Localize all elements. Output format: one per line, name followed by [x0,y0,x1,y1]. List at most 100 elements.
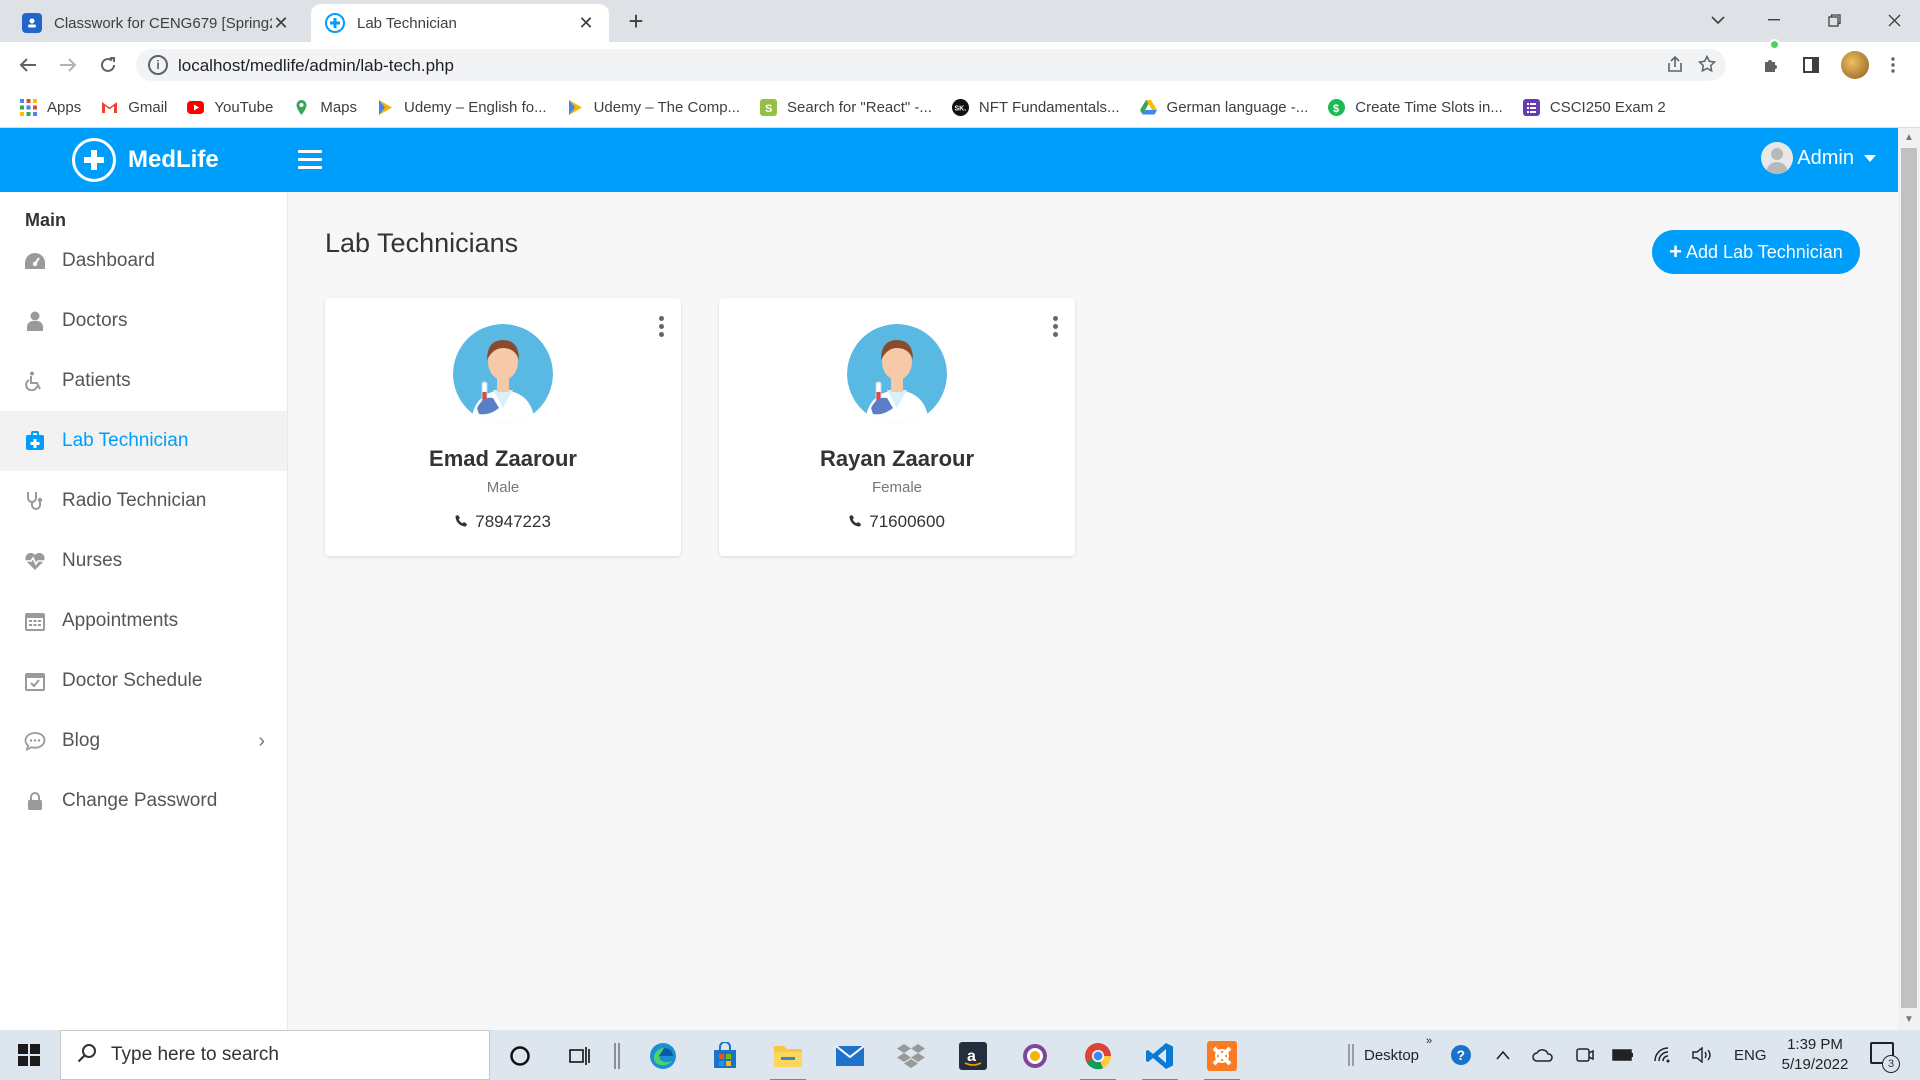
help-icon[interactable]: ? [1450,1030,1472,1080]
clock-time: 1:39 PM [1787,1036,1843,1053]
tab-lab-technician[interactable]: Lab Technician ✕ [311,4,609,42]
card-menu-kebab-icon[interactable] [657,316,665,340]
bookmark-apps[interactable]: Apps [20,99,81,116]
taskbar-divider-icon [1348,1044,1354,1066]
sidebar-item-doctors[interactable]: Doctors [0,291,287,351]
technician-card[interactable]: Emad Zaarour Male 78947223 [325,298,681,556]
page-scrollbar[interactable]: ▲ ▼ [1898,128,1920,1030]
sidebar-item-lab-technician[interactable]: Lab Technician [0,411,287,471]
bookmark-label: Udemy – English fo... [404,99,547,116]
bookmark-youtube[interactable]: YouTube [187,99,273,116]
browser-tab-strip: Classwork for CENG679 [Spring2 ✕ Lab Tec… [0,0,1920,42]
tab-search-chevron-icon[interactable] [1698,0,1738,40]
sidebar-item-dashboard[interactable]: Dashboard [0,231,287,291]
brand-logo[interactable]: MedLife [72,138,219,182]
onedrive-icon[interactable] [1532,1030,1554,1080]
taskbar-search-input[interactable]: Type here to search [60,1030,490,1080]
bookmark-german[interactable]: German language -... [1139,99,1308,116]
comments-icon [24,730,46,752]
chevron-right-icon: › [258,729,265,752]
bookmark-udemy-comp[interactable]: Udemy – The Comp... [567,99,740,116]
forward-icon[interactable] [54,51,82,79]
bookmark-gmail[interactable]: Gmail [101,99,167,116]
battery-icon[interactable] [1612,1030,1634,1080]
sidebar-item-nurses[interactable]: Nurses [0,531,287,591]
edge-browser-icon[interactable] [645,1038,681,1074]
scroll-down-icon[interactable]: ▼ [1904,1014,1914,1025]
language-indicator[interactable]: ENG [1734,1030,1767,1080]
maps-icon [293,99,310,116]
bookmark-search-react[interactable]: S Search for "React" -... [760,99,932,116]
tab-close-icon[interactable]: ✕ [577,13,595,34]
scroll-up-icon[interactable]: ▲ [1904,132,1914,143]
profile-avatar[interactable] [1841,51,1869,79]
sidebar-item-change-password[interactable]: Change Password [0,771,287,831]
bookmark-label: NFT Fundamentals... [978,99,1120,116]
desktop-toolbar[interactable]: Desktop [1348,1030,1419,1080]
dashboard-icon [24,250,46,272]
bookmark-label: Apps [47,99,82,116]
classroom-favicon-icon [22,13,42,33]
sidebar: Main Dashboard Doctors Patients Lab Tech… [0,192,288,1030]
technician-card[interactable]: Rayan Zaarour Female 71600600 [719,298,1075,556]
omnibox[interactable]: i localhost/medlife/admin/lab-tech.php [136,49,1726,81]
scrollbar-thumb[interactable] [1901,148,1917,1008]
microsoft-store-icon[interactable] [707,1038,743,1074]
tab-classwork[interactable]: Classwork for CENG679 [Spring2 ✕ [8,4,304,42]
vscode-icon[interactable] [1142,1038,1178,1080]
bookmark-nft[interactable]: SK. NFT Fundamentals... [951,99,1120,116]
sidebar-item-blog[interactable]: Blog › [0,711,287,771]
dropbox-icon[interactable] [893,1038,929,1074]
extensions-puzzle-icon[interactable] [1758,52,1784,78]
meet-now-icon[interactable] [1576,1030,1594,1080]
url-text[interactable]: localhost/medlife/admin/lab-tech.php [178,56,454,76]
chrome-menu-kebab-icon[interactable] [1880,52,1906,78]
reload-icon[interactable] [94,51,122,79]
bookmark-star-icon[interactable] [1697,54,1717,79]
search-placeholder: Type here to search [111,1044,279,1065]
wifi-icon[interactable] [1654,1030,1674,1080]
volume-icon[interactable] [1692,1030,1712,1080]
bookmark-maps[interactable]: Maps [293,99,357,116]
card-menu-kebab-icon[interactable] [1051,316,1059,340]
tab-close-icon[interactable]: ✕ [272,13,290,34]
tor-browser-icon[interactable] [1017,1038,1053,1074]
taskbar-clock[interactable]: 1:39 PM 5/19/2022 [1770,1035,1860,1075]
share-icon[interactable] [1666,55,1684,79]
chrome-icon[interactable] [1080,1038,1116,1080]
xampp-icon[interactable] [1204,1038,1240,1080]
minimize-icon[interactable] [1754,0,1794,40]
user-menu[interactable]: Admin [1761,142,1876,174]
cortana-icon[interactable] [502,1038,538,1074]
more-toolbar-chevron-icon[interactable]: » [1426,1016,1432,1066]
back-icon[interactable] [14,51,42,79]
site-info-icon[interactable]: i [148,55,168,75]
svg-text:a: a [967,1048,976,1065]
amazon-icon[interactable]: a [955,1038,991,1074]
task-view-icon[interactable] [562,1038,598,1074]
lab-technician-avatar [453,324,553,424]
restore-icon[interactable] [1814,0,1854,40]
windows-start-icon[interactable] [18,1044,40,1066]
file-explorer-icon[interactable] [770,1038,806,1080]
sk-icon: SK. [951,99,969,116]
sidebar-item-radio-technician[interactable]: Radio Technician [0,471,287,531]
new-tab-button[interactable]: + [624,6,648,36]
sidebar-item-doctor-schedule[interactable]: Doctor Schedule [0,651,287,711]
show-hidden-icons-icon[interactable] [1496,1030,1510,1080]
mail-icon[interactable] [832,1038,868,1074]
sidebar-item-appointments[interactable]: Appointments [0,591,287,651]
bookmark-csci250[interactable]: CSCI250 Exam 2 [1522,99,1666,116]
bookmark-time-slots[interactable]: $ Create Time Slots in... [1328,99,1503,116]
hamburger-menu-icon[interactable] [298,150,322,170]
sidebar-item-patients[interactable]: Patients [0,351,287,411]
sidebar-item-label: Lab Technician [62,430,189,451]
bookmark-udemy-english[interactable]: Udemy – English fo... [377,99,547,116]
clock-date: 5/19/2022 [1781,1056,1849,1073]
side-panel-icon[interactable] [1798,52,1824,78]
close-window-icon[interactable] [1874,0,1914,40]
brand-name: MedLife [128,146,219,173]
sidebar-item-label: Appointments [62,610,179,631]
sidebar-item-label: Doctors [62,310,128,331]
add-lab-technician-button[interactable]: + Add Lab Technician [1652,230,1860,274]
